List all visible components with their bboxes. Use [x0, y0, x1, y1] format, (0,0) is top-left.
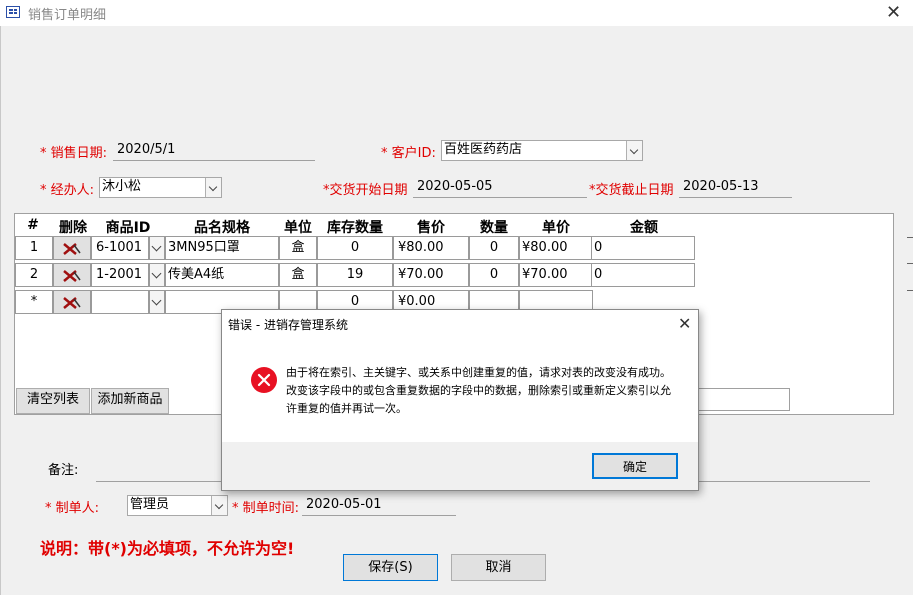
handler-combo[interactable]: 沐小松	[99, 177, 222, 198]
dialog-message: 由于将在索引、主关键字、或关系中创建重复的值，请求对表的改变没有成功。改变该字段…	[286, 366, 671, 415]
save-button[interactable]: 保存(S)	[343, 554, 438, 581]
ok-button[interactable]: 确定	[592, 453, 678, 479]
form-icon	[6, 6, 20, 18]
col-header-unit-price: 单价	[542, 220, 570, 236]
row-number: 2	[15, 263, 53, 287]
edge-tick	[907, 263, 913, 264]
chevron-down-icon[interactable]	[626, 141, 642, 160]
error-dialog: 错误 - 进销存管理系统 ✕ 由于将在索引、主关键字、或关系中创建重复的值，请求…	[221, 309, 699, 491]
window-close-icon[interactable]: ✕	[886, 4, 901, 22]
edge-tick	[907, 290, 913, 291]
row-number: *	[15, 290, 53, 314]
customer-id-combo[interactable]: 百姓医药药店	[441, 140, 643, 161]
create-time-label: * 制单时间:	[232, 501, 300, 516]
chevron-down-icon	[151, 295, 162, 306]
amount-cell[interactable]: 0	[591, 263, 695, 287]
product-id-cell[interactable]	[91, 290, 149, 314]
add-product-button[interactable]: 添加新商品	[91, 388, 169, 414]
delivery-start-label: *交货开始日期	[323, 183, 408, 198]
delivery-start-field[interactable]: 2020-05-05	[413, 177, 587, 198]
dialog-body: 由于将在索引、主关键字、或关系中创建重复的值，请求对表的改变没有成功。改变该字段…	[222, 338, 698, 442]
row-number: 1	[15, 236, 53, 260]
col-header-qty: 数量	[480, 220, 508, 236]
sale-date-field[interactable]: 2020/5/1	[113, 140, 315, 161]
col-header-amount: 金额	[630, 220, 658, 236]
window-titlebar: 销售订单明细 ✕	[0, 0, 913, 26]
edge-tick	[907, 237, 913, 238]
window-left-border	[0, 26, 1, 595]
unit-price-cell[interactable]: ¥80.00	[519, 236, 593, 260]
chevron-down-icon	[151, 241, 162, 252]
name-cell[interactable]: 3MN95口罩	[165, 236, 279, 260]
col-header-price: 售价	[417, 220, 445, 236]
delete-icon	[63, 270, 81, 282]
dialog-close-icon[interactable]: ✕	[678, 315, 691, 333]
delete-row-button[interactable]	[53, 290, 91, 314]
clear-list-button[interactable]: 清空列表	[16, 388, 90, 414]
handler-value: 沐小松	[102, 179, 142, 194]
dialog-titlebar: 错误 - 进销存管理系统 ✕	[222, 310, 698, 338]
creator-label: * 制单人:	[45, 501, 100, 516]
col-header-product-id: 商品ID	[105, 220, 151, 236]
customer-id-value: 百姓医药药店	[444, 142, 523, 157]
qty-cell[interactable]: 0	[469, 236, 519, 260]
col-header-num: #	[27, 217, 39, 233]
unit-cell[interactable]: 盒	[279, 263, 317, 287]
chevron-down-icon[interactable]	[211, 496, 227, 515]
table-row: 2 1-2001 传美A4纸 盒 19 ¥70.00 0 ¥70.00 0	[15, 263, 695, 287]
handler-label: * 经办人:	[40, 183, 95, 198]
stock-cell[interactable]: 0	[317, 236, 393, 260]
price-cell[interactable]: ¥70.00	[393, 263, 469, 287]
product-id-cell[interactable]: 6-1001	[91, 236, 149, 260]
delete-row-button[interactable]	[53, 263, 91, 287]
create-time-field[interactable]: 2020-05-01	[302, 495, 456, 516]
price-cell[interactable]: ¥80.00	[393, 236, 469, 260]
stock-cell[interactable]: 19	[317, 263, 393, 287]
error-icon	[250, 366, 278, 398]
product-id-dropdown[interactable]	[149, 263, 165, 287]
creator-value: 管理员	[130, 497, 170, 512]
table-row: 1 6-1001 3MN95口罩 盒 0 ¥80.00 0 ¥80.00 0	[15, 236, 695, 260]
delete-icon	[63, 297, 81, 309]
sale-date-label: * 销售日期:	[40, 146, 108, 161]
product-id-dropdown[interactable]	[149, 290, 165, 314]
unit-cell[interactable]: 盒	[279, 236, 317, 260]
customer-id-label: * 客户ID:	[381, 146, 436, 161]
amount-cell[interactable]: 0	[591, 236, 695, 260]
col-header-name: 品名规格	[194, 220, 250, 236]
delivery-end-label: *交货截止日期	[589, 183, 674, 198]
col-header-unit: 单位	[284, 220, 312, 236]
unit-price-cell[interactable]: ¥70.00	[519, 263, 593, 287]
col-header-stock: 库存数量	[327, 220, 383, 236]
delete-icon	[63, 243, 81, 255]
col-header-delete: 删除	[59, 220, 87, 236]
chevron-down-icon	[151, 268, 162, 279]
cancel-button[interactable]: 取消	[451, 554, 546, 581]
name-cell[interactable]: 传美A4纸	[165, 263, 279, 287]
qty-cell[interactable]: 0	[469, 263, 519, 287]
required-note: 说明：带(*)为必填项，不允许为空!	[40, 539, 295, 558]
creator-combo[interactable]: 管理员	[127, 495, 228, 516]
product-id-dropdown[interactable]	[149, 236, 165, 260]
delivery-end-field[interactable]: 2020-05-13	[679, 177, 792, 198]
product-id-cell[interactable]: 1-2001	[91, 263, 149, 287]
remark-label: 备注:	[48, 463, 79, 478]
chevron-down-icon[interactable]	[205, 178, 221, 197]
window-title: 销售订单明细	[28, 8, 107, 23]
dialog-title: 错误 - 进销存管理系统	[228, 318, 348, 332]
grid-total-field[interactable]	[695, 388, 790, 411]
delete-row-button[interactable]	[53, 236, 91, 260]
